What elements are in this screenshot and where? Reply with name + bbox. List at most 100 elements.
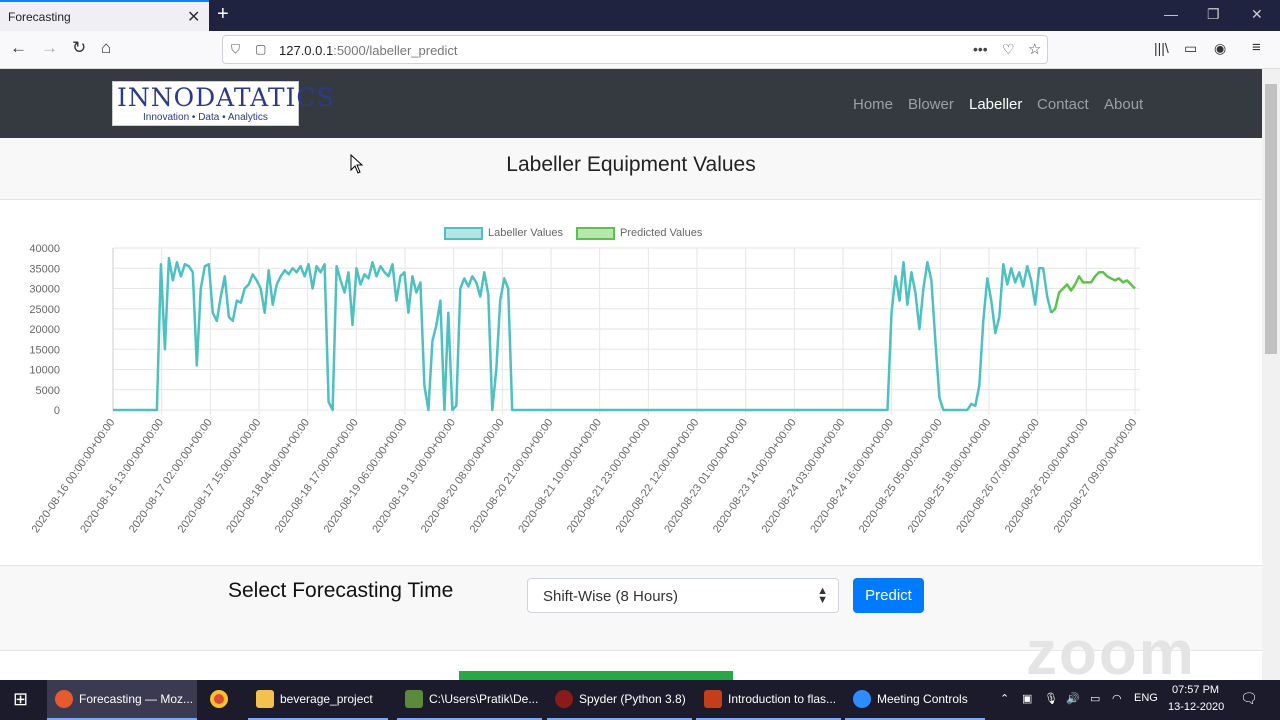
x-tick-label: 2020-08-21 10:00:00+00:00 <box>516 417 604 535</box>
taskbar-powerpoint[interactable]: Introduction to flas... <box>696 680 841 720</box>
x-tick-label: 2020-08-18 17:00:00+00:00 <box>273 417 361 535</box>
forward-icon[interactable]: → <box>41 38 58 58</box>
x-tick-label: 2020-08-24 03:00:00+00:00 <box>760 417 848 535</box>
more-actions-icon[interactable]: ••• <box>973 41 988 57</box>
y-tick-label: 35000 <box>29 263 60 275</box>
x-tick-label: 2020-08-23 01:00:00+00:00 <box>662 417 750 535</box>
pocket-icon[interactable]: ♡ <box>1002 41 1015 58</box>
home-icon[interactable]: ⌂ <box>101 38 111 58</box>
volume-icon[interactable]: 🔊 <box>1066 692 1080 705</box>
url-path: :5000/labeller_predict <box>333 43 458 58</box>
battery-icon[interactable]: ▭ <box>1090 692 1100 705</box>
x-tick-label: 2020-08-17 15:00:00+00:00 <box>176 417 264 535</box>
new-tab-icon[interactable]: + <box>217 3 229 26</box>
nav-labeller[interactable]: Labeller <box>969 96 1022 113</box>
x-tick-label: 2020-08-26 20:00:00+00:00 <box>1003 417 1091 535</box>
page-info-icon[interactable]: ▢ <box>255 42 266 56</box>
site-header: INNODATATICS Innovation • Data • Analyti… <box>0 69 1262 138</box>
terminal-icon <box>405 690 423 708</box>
x-tick-label: 2020-08-21 23:00:00+00:00 <box>565 417 653 535</box>
chart-area: 0 5000 10000 15000 20000 25000 30000 35000 40000… <box>0 200 1262 565</box>
wifi-icon[interactable]: ◠ <box>1112 692 1122 705</box>
taskbar-label: Meeting Controls <box>877 692 968 706</box>
spyder-icon <box>555 690 573 708</box>
zoom-icon <box>853 690 871 708</box>
page-scrollbar[interactable] <box>1262 69 1280 680</box>
shield-icon[interactable]: ⛉ <box>231 42 240 57</box>
cursor-icon <box>350 154 364 174</box>
x-tick-label: 2020-08-25 18:00:00+00:00 <box>906 417 994 535</box>
powerpoint-icon <box>704 690 722 708</box>
browser-navbar: ← → ↻ ⌂ ⛉ ▢ 127.0.0.1:5000/labeller_pred… <box>0 31 1280 69</box>
x-tick-label: 2020-08-24 16:00:00+00:00 <box>808 417 896 535</box>
site-logo[interactable]: INNODATATICS Innovation • Data • Analyti… <box>112 81 334 126</box>
tab-title: Forecasting <box>8 10 71 24</box>
page-title: Labeller Equipment Values <box>506 153 756 176</box>
taskbar-label: C:\Users\Pratik\De... <box>429 692 539 706</box>
language-indicator[interactable]: ENG <box>1134 692 1158 704</box>
title-section: Labeller Equipment Values <box>0 138 1262 200</box>
nav-about[interactable]: About <box>1104 96 1143 113</box>
bookmark-star-icon[interactable]: ☆ <box>1028 40 1041 58</box>
windows-taskbar: ⊞ Forecasting — Moz... beverage_project … <box>0 680 1280 720</box>
folder-icon <box>256 690 274 708</box>
back-icon[interactable]: ← <box>10 38 27 58</box>
scroll-thumb[interactable] <box>1265 84 1277 354</box>
clock-time[interactable]: 07:57 PM <box>1172 684 1219 696</box>
legend-label-labeller: Labeller Values <box>488 227 564 239</box>
line-chart: 0 5000 10000 15000 20000 25000 30000 35000 40000… <box>29 227 1140 535</box>
clock-date[interactable]: 13-12-2020 <box>1168 701 1224 713</box>
menu-icon[interactable]: ≡ <box>1252 39 1261 56</box>
account-icon[interactable]: ◉ <box>1214 40 1226 57</box>
browser-tab[interactable]: Forecasting ✕ <box>0 0 209 31</box>
x-tick-label: 2020-08-23 14:00:00+00:00 <box>711 417 799 535</box>
x-tick-label: 2020-08-22 12:00:00+00:00 <box>614 417 702 535</box>
restore-icon[interactable]: ❐ <box>1207 6 1220 23</box>
taskbar-label: beverage_project <box>280 692 373 706</box>
y-tick-label: 30000 <box>29 284 60 296</box>
select-value: Shift-Wise (8 Hours) <box>543 588 679 605</box>
taskbar-explorer[interactable]: beverage_project <box>248 680 388 720</box>
notifications-icon[interactable]: 🗨 <box>1240 690 1258 707</box>
x-tick-label: 2020-08-16 13:00:00+00:00 <box>78 417 166 535</box>
x-tick-label: 2020-08-26 07:00:00+00:00 <box>954 417 1042 535</box>
forecast-time-select[interactable]: Shift-Wise (8 Hours) ▲ ▼ <box>527 578 839 613</box>
sidebar-icon[interactable]: ▭ <box>1184 40 1197 57</box>
taskbar-zoom[interactable]: Meeting Controls <box>845 680 985 720</box>
y-tick-label: 0 <box>54 405 60 417</box>
minimize-icon[interactable]: — <box>1164 6 1178 22</box>
taskbar-chrome[interactable] <box>202 680 242 720</box>
taskbar-label: Introduction to flas... <box>728 692 837 706</box>
close-tab-icon[interactable]: ✕ <box>187 7 200 27</box>
series-line-predicted <box>1050 271 1136 314</box>
tray-chevron-icon[interactable]: ⌃ <box>1000 692 1009 705</box>
forecast-time-label: Select Forecasting Time <box>228 579 454 602</box>
nav-contact[interactable]: Contact <box>1037 96 1089 113</box>
x-tick-label: 2020-08-19 06:00:00+00:00 <box>322 417 410 535</box>
logo-tagline: Innovation • Data • Analytics <box>143 112 268 123</box>
reload-icon[interactable]: ↻ <box>72 38 86 58</box>
select-arrows-icon: ▲ ▼ <box>817 585 828 606</box>
y-tick-label: 20000 <box>29 324 60 336</box>
nav-home[interactable]: Home <box>853 96 893 113</box>
microphone-icon[interactable]: 🎙 <box>1044 692 1058 705</box>
url-bar[interactable]: ⛉ ▢ 127.0.0.1:5000/labeller_predict ••• … <box>222 35 1048 64</box>
url-text[interactable]: 127.0.0.1:5000/labeller_predict <box>279 43 458 58</box>
meet-now-icon[interactable]: ▣ <box>1022 692 1032 705</box>
taskbar-spyder[interactable]: Spyder (Python 3.8) <box>547 680 692 720</box>
zoom-watermark: zoom <box>1026 619 1196 688</box>
x-tick-label: 2020-08-25 05:00:00+00:00 <box>857 417 945 535</box>
x-tick-label: 2020-08-20 08:00:00+00:00 <box>419 417 507 535</box>
taskbar-label: Forecasting — Moz... <box>79 692 194 706</box>
predict-button[interactable]: Predict <box>853 578 924 613</box>
windows-start-icon[interactable]: ⊞ <box>13 689 28 710</box>
taskbar-firefox[interactable]: Forecasting — Moz... <box>47 680 197 720</box>
nav-blower[interactable]: Blower <box>908 96 954 113</box>
taskbar-cmd[interactable]: C:\Users\Pratik\De... <box>397 680 542 720</box>
series-line-labeller <box>113 256 1053 412</box>
library-icon[interactable]: |||\ <box>1154 40 1169 56</box>
green-table-header <box>459 671 733 680</box>
firefox-icon <box>55 690 73 708</box>
x-tick-label: 2020-08-20 21:00:00+00:00 <box>468 417 556 535</box>
close-window-icon[interactable]: ✕ <box>1251 6 1263 23</box>
